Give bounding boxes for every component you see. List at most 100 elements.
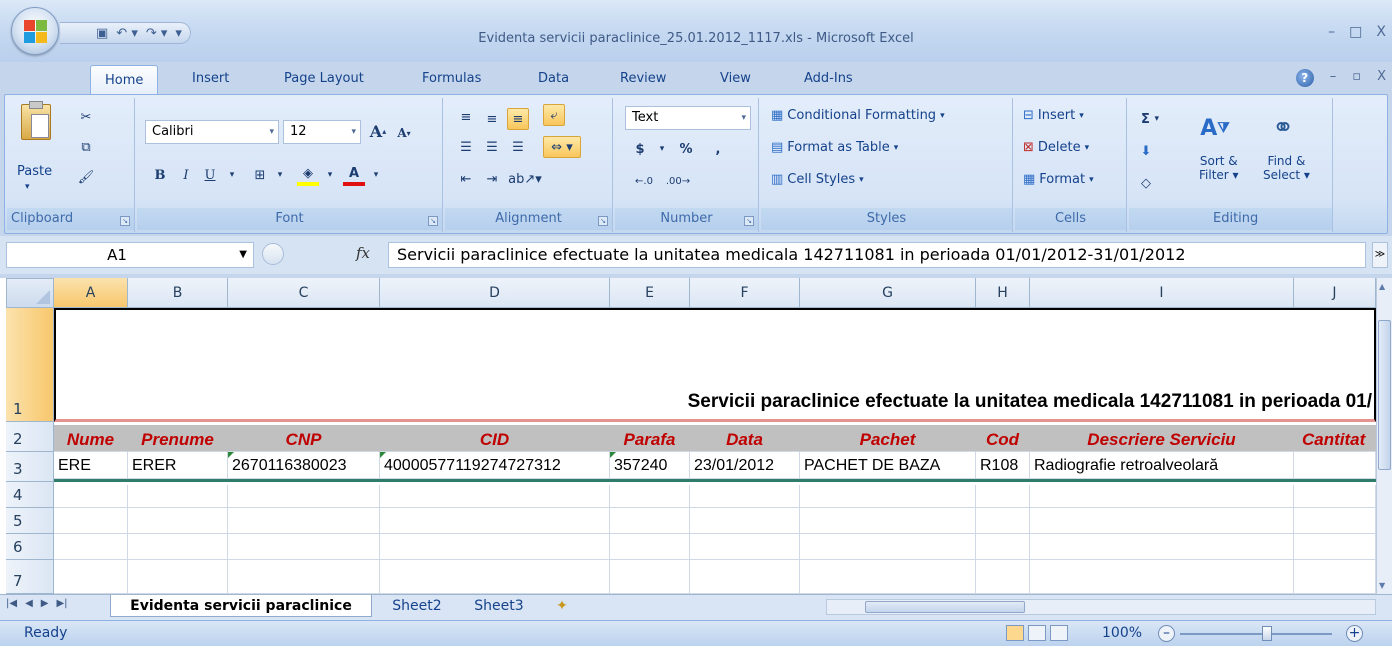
- empty-cell[interactable]: [1294, 485, 1376, 508]
- empty-cell[interactable]: [1294, 560, 1376, 594]
- align-top-icon[interactable]: ≡: [455, 106, 477, 128]
- alignment-launcher-icon[interactable]: ↘: [598, 216, 608, 226]
- row-header-6[interactable]: 6: [6, 534, 54, 560]
- tab-home[interactable]: Home: [90, 65, 159, 95]
- empty-cell[interactable]: [228, 508, 380, 534]
- cell-parafa[interactable]: 357240: [610, 452, 690, 479]
- cell-cnp[interactable]: 2670116380023: [228, 452, 380, 479]
- tab-insert[interactable]: Insert: [178, 64, 243, 94]
- empty-cell[interactable]: [976, 534, 1030, 560]
- cell-cid[interactable]: 40000577119274727312: [380, 452, 610, 479]
- italic-button[interactable]: I: [175, 164, 197, 186]
- next-sheet-icon[interactable]: ▶: [41, 598, 49, 609]
- ribbon-minimize-button[interactable]: –: [1330, 69, 1337, 87]
- row-header-5[interactable]: 5: [6, 508, 54, 534]
- vertical-scrollbar[interactable]: ▲ ▼: [1376, 278, 1392, 594]
- row-header-4[interactable]: 4: [6, 482, 54, 508]
- empty-cell[interactable]: [228, 485, 380, 508]
- sort-filter-button[interactable]: Sort & Filter ▾: [1199, 154, 1239, 182]
- header-cell-cnp[interactable]: CNP: [228, 425, 380, 452]
- delete-cells-button[interactable]: ⊠ Delete ▾: [1023, 140, 1089, 155]
- paste-icon[interactable]: [21, 101, 51, 140]
- align-middle-icon[interactable]: ≡: [481, 108, 503, 130]
- align-left-icon[interactable]: ☰: [455, 136, 477, 158]
- empty-cell[interactable]: [610, 534, 690, 560]
- column-header-f[interactable]: F: [690, 278, 800, 308]
- paste-dropdown-icon[interactable]: ▾: [25, 182, 30, 192]
- empty-cell[interactable]: [1030, 485, 1294, 508]
- empty-cell[interactable]: [690, 485, 800, 508]
- column-header-d[interactable]: D: [380, 278, 610, 308]
- row-header-1[interactable]: 1: [6, 308, 54, 422]
- empty-cell[interactable]: [800, 560, 976, 594]
- empty-cell[interactable]: [54, 534, 128, 560]
- close-button[interactable]: X: [1376, 24, 1386, 40]
- row-header-3[interactable]: 3: [6, 452, 54, 482]
- conditional-formatting-button[interactable]: ▦ Conditional Formatting ▾: [771, 108, 945, 123]
- page-break-view-icon[interactable]: [1050, 625, 1068, 641]
- format-painter-icon[interactable]: 🖌: [75, 166, 97, 188]
- font-size-combo[interactable]: 12 ▾: [283, 120, 361, 144]
- cell-cod[interactable]: R108: [976, 452, 1030, 479]
- grow-font-icon[interactable]: A ▴: [367, 120, 389, 142]
- chevron-down-icon[interactable]: ▾: [319, 164, 341, 186]
- align-center-icon[interactable]: ☰: [481, 136, 503, 158]
- column-header-a[interactable]: A: [54, 278, 128, 308]
- tab-add-ins[interactable]: Add-Ins: [790, 64, 867, 94]
- formula-bar-resize-icon[interactable]: [262, 243, 284, 265]
- empty-cell[interactable]: [54, 508, 128, 534]
- header-cell-cid[interactable]: CID: [380, 425, 610, 452]
- format-as-table-button[interactable]: ▤ Format as Table ▾: [771, 140, 898, 155]
- tab-view[interactable]: View: [706, 64, 765, 94]
- page-layout-view-icon[interactable]: [1028, 625, 1046, 641]
- zoom-out-button[interactable]: –: [1158, 625, 1175, 642]
- empty-cell[interactable]: [380, 485, 610, 508]
- horizontal-scroll-thumb[interactable]: [865, 601, 1025, 613]
- empty-cell[interactable]: [54, 560, 128, 594]
- column-header-h[interactable]: H: [976, 278, 1030, 308]
- fill-color-icon[interactable]: ◈: [297, 164, 319, 186]
- font-name-combo[interactable]: Calibri ▾: [145, 120, 279, 144]
- column-header-j[interactable]: J: [1294, 278, 1376, 308]
- header-cell-data[interactable]: Data: [690, 425, 800, 452]
- empty-cell[interactable]: [610, 508, 690, 534]
- paste-button[interactable]: Paste: [17, 164, 52, 179]
- maximize-button[interactable]: □: [1349, 24, 1362, 40]
- prev-sheet-icon[interactable]: ◀: [25, 598, 33, 609]
- column-header-i[interactable]: I: [1030, 278, 1294, 308]
- fill-icon[interactable]: ⬇: [1135, 140, 1157, 162]
- tab-data[interactable]: Data: [524, 64, 583, 94]
- chevron-down-icon[interactable]: ▾: [269, 164, 291, 186]
- empty-cell[interactable]: [380, 560, 610, 594]
- name-box[interactable]: A1 ▼: [6, 242, 254, 268]
- last-sheet-icon[interactable]: ▶|: [56, 598, 67, 609]
- help-icon[interactable]: ?: [1295, 69, 1314, 87]
- empty-cell[interactable]: [610, 485, 690, 508]
- zoom-level[interactable]: 100%: [1102, 625, 1142, 641]
- sheet-tab-sheet2[interactable]: Sheet2: [378, 595, 456, 617]
- empty-cell[interactable]: [976, 508, 1030, 534]
- zoom-in-button[interactable]: +: [1346, 625, 1363, 642]
- clipboard-launcher-icon[interactable]: ↘: [120, 216, 130, 226]
- header-cell-descriere[interactable]: Descriere Serviciu: [1030, 425, 1294, 452]
- percent-button[interactable]: %: [675, 138, 697, 160]
- empty-cell[interactable]: [800, 485, 976, 508]
- empty-cell[interactable]: [690, 508, 800, 534]
- cell-prenume[interactable]: ERER: [128, 452, 228, 479]
- empty-cell[interactable]: [380, 534, 610, 560]
- empty-cell[interactable]: [1030, 560, 1294, 594]
- sheet-tab-sheet3[interactable]: Sheet3: [460, 595, 538, 617]
- underline-button[interactable]: U: [199, 164, 221, 186]
- column-header-e[interactable]: E: [610, 278, 690, 308]
- empty-cell[interactable]: [228, 560, 380, 594]
- empty-cell[interactable]: [128, 485, 228, 508]
- format-cells-button[interactable]: ▦ Format ▾: [1023, 172, 1094, 187]
- empty-cell[interactable]: [128, 560, 228, 594]
- borders-icon[interactable]: ⊞: [249, 164, 271, 186]
- select-all-button[interactable]: [6, 278, 54, 308]
- binoculars-icon[interactable]: ⚭: [1263, 108, 1303, 148]
- font-color-icon[interactable]: A: [343, 164, 365, 186]
- header-cell-prenume[interactable]: Prenume: [128, 425, 228, 452]
- clear-icon[interactable]: ◇: [1135, 172, 1157, 194]
- empty-cell[interactable]: [380, 508, 610, 534]
